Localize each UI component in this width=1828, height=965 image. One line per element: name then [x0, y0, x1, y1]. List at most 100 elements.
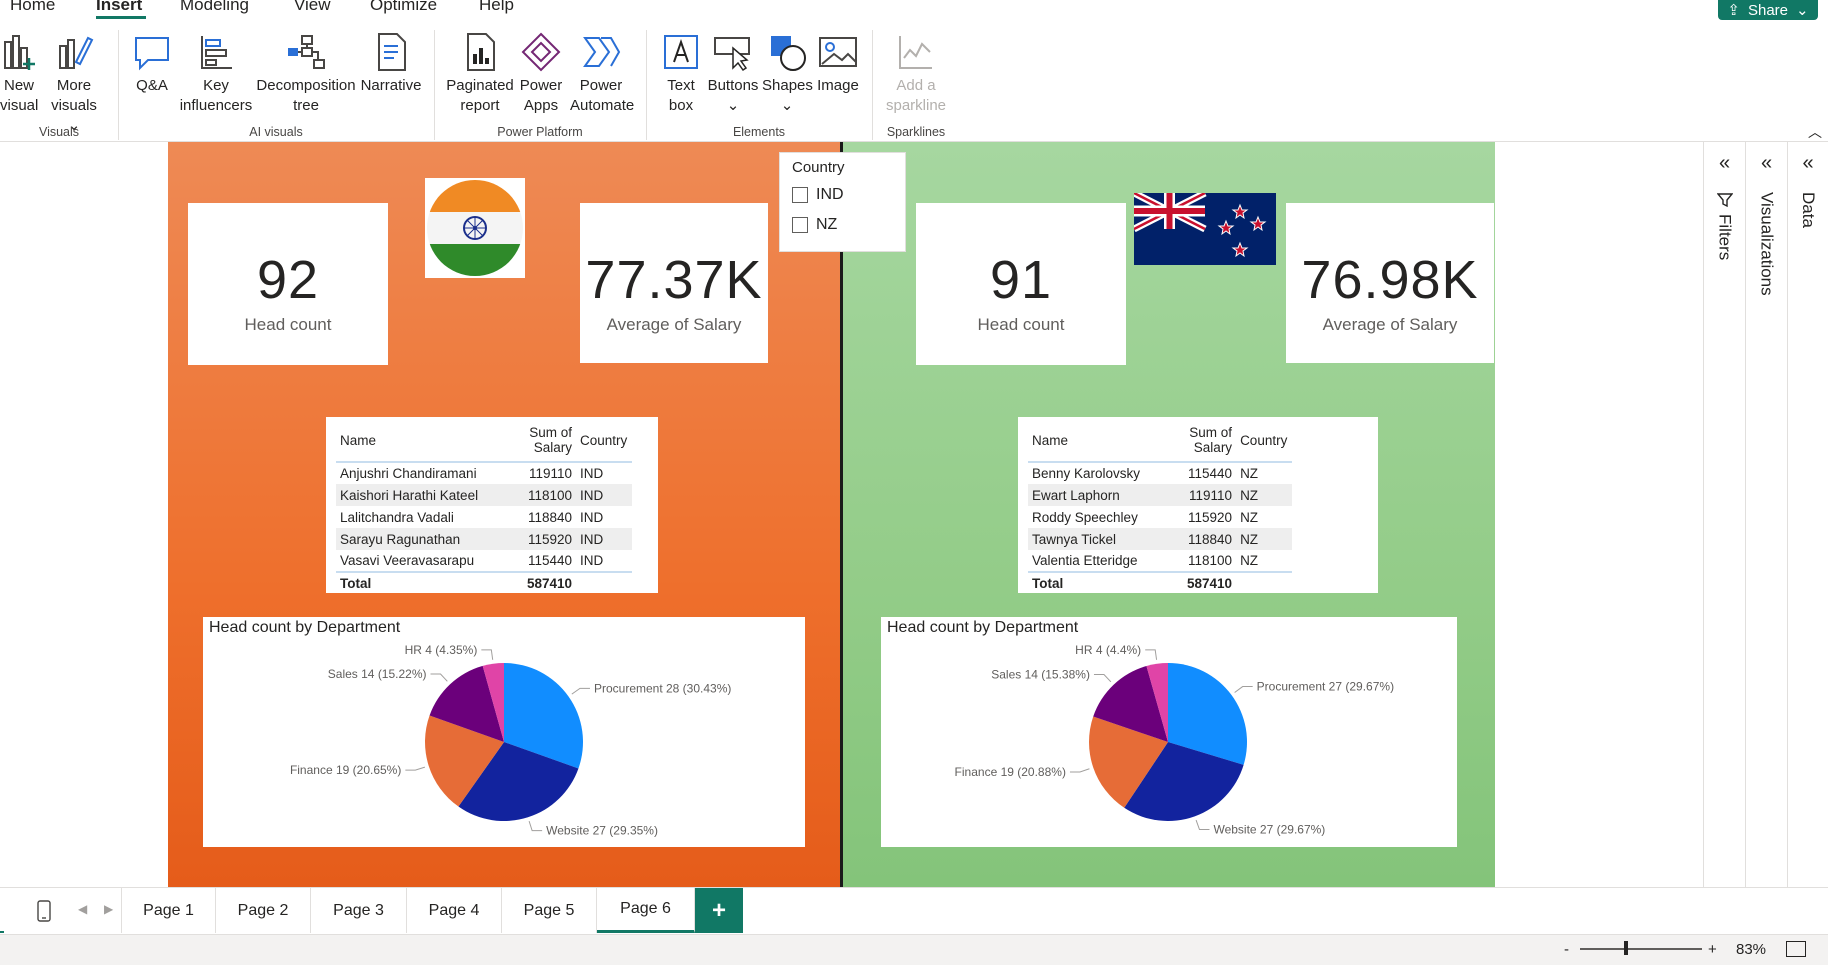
table-row[interactable]: Vasavi Veeravasarapu 115440 IND: [336, 550, 632, 572]
tab-optimize[interactable]: Optimize: [370, 0, 437, 15]
decomposition-tree-button[interactable]: Decomposition tree: [256, 32, 356, 116]
zoom-out-button[interactable]: -: [1564, 941, 1569, 958]
tab-page-3[interactable]: Page 3: [311, 888, 407, 933]
cell-salary: 119110: [528, 466, 572, 481]
tab-page-2[interactable]: Page 2: [216, 888, 311, 933]
nz-headcount-card[interactable]: 91 Head count: [916, 203, 1126, 365]
tab-page-4[interactable]: Page 4: [407, 888, 502, 933]
nz-flag-image[interactable]: [1132, 189, 1276, 265]
image-label: Image: [817, 77, 859, 94]
tab-page-5[interactable]: Page 5: [502, 888, 597, 933]
mobile-layout-button[interactable]: [20, 888, 68, 933]
ind-headcount-value: 92: [256, 250, 320, 310]
shapes-button[interactable]: Shapes ⌄: [762, 32, 813, 116]
nz-salary-card[interactable]: 76.98K Average of Salary: [1286, 203, 1494, 363]
zoom-slider-track[interactable]: [1580, 948, 1702, 950]
share-button[interactable]: ⇪ Share ⌄: [1718, 0, 1818, 20]
buttons-button[interactable]: Buttons ⌄: [706, 32, 760, 116]
table-row[interactable]: Roddy Speechley 115920 NZ: [1028, 506, 1292, 528]
pie-data-label: Finance 19 (20.65%): [290, 763, 401, 777]
tab-home[interactable]: Home: [10, 0, 55, 15]
scroll-left-icon[interactable]: ◀: [78, 902, 87, 916]
ind-chart-title: Head count by Department: [209, 619, 401, 636]
column-header-country[interactable]: Country: [1236, 425, 1293, 463]
table-row[interactable]: Sarayu Ragunathan 115920 IND: [336, 528, 632, 550]
india-flag-icon: [427, 180, 523, 276]
scroll-right-icon[interactable]: ▶: [104, 902, 113, 916]
collapse-ribbon-icon[interactable]: ︿: [1808, 122, 1822, 142]
slicer-option-label: NZ: [816, 216, 838, 233]
ribbon-tabs: Home Insert Modeling View Optimize Help …: [0, 0, 1828, 20]
narrative-button[interactable]: Narrative: [358, 32, 424, 96]
column-header-salary[interactable]: Sum of Salary: [1144, 425, 1237, 463]
nz-headcount-label: Head count: [977, 315, 1065, 334]
new-visual-label: New visual: [0, 77, 39, 114]
table-row[interactable]: Anjushri Chandiramani 119110 IND: [336, 462, 632, 484]
tab-page-6[interactable]: Page 6: [597, 888, 695, 933]
table-row[interactable]: Ewart Laphorn 119110 NZ: [1028, 484, 1293, 506]
cell-name: Sarayu Ragunathan: [336, 528, 486, 550]
table-row[interactable]: Lalitchandra Vadali 118840 IND: [336, 506, 632, 528]
slicer-option-nz[interactable]: NZ: [792, 210, 893, 240]
ind-headcount-card[interactable]: 92 Head count: [188, 203, 388, 365]
country-slicer[interactable]: Country IND NZ: [779, 152, 906, 252]
power-apps-icon: [521, 32, 561, 72]
expand-filters-icon[interactable]: «: [1719, 152, 1730, 175]
tab-view[interactable]: View: [294, 0, 331, 15]
decomposition-tree-label: Decomposition tree: [256, 77, 356, 114]
column-header-name[interactable]: Name: [1028, 425, 1145, 463]
column-header-country[interactable]: Country: [576, 425, 632, 463]
fit-page-icon[interactable]: [1786, 941, 1806, 957]
power-apps-button[interactable]: Power Apps: [516, 32, 566, 116]
new-visual-icon: [4, 35, 35, 70]
tab-page-1[interactable]: Page 1: [121, 888, 216, 933]
zoom-slider-thumb[interactable]: [1624, 941, 1628, 955]
table-row[interactable]: Valentia Etteridge 118100 NZ: [1028, 550, 1292, 572]
zoom-in-button[interactable]: +: [1708, 941, 1717, 958]
pie-label-leader: [1069, 768, 1090, 773]
ind-table: Name Sum of Salary Country Anjushri Chan…: [336, 425, 632, 594]
ind-table-visual[interactable]: Name Sum of Salary Country Anjushri Chan…: [326, 417, 658, 594]
more-visuals-button[interactable]: More visuals ⌄: [44, 32, 104, 136]
text-box-button[interactable]: Text box: [658, 32, 704, 116]
pie-data-label: Procurement 28 (30.43%): [594, 681, 731, 695]
nz-table-visual[interactable]: Name Sum of Salary Country Benny Karolov…: [1018, 417, 1378, 594]
ind-pie-chart-visual[interactable]: Procurement 28 (30.43%) Website 27 (29.35…: [203, 617, 805, 847]
ind-salary-card[interactable]: 77.37K Average of Salary: [580, 203, 768, 363]
page-indicator: [0, 888, 4, 933]
total-label: Total: [336, 571, 486, 594]
table-row[interactable]: Benny Karolovsky 115440 NZ: [1028, 462, 1292, 484]
ribbon-separator: [434, 30, 435, 140]
data-pane[interactable]: « Data: [1787, 142, 1828, 887]
table-row[interactable]: Tawnya Tickel 118840 NZ: [1028, 528, 1293, 550]
zoom-level: 83%: [1736, 941, 1767, 958]
india-flag-image[interactable]: [425, 178, 525, 278]
checkbox[interactable]: [792, 217, 808, 233]
tab-help[interactable]: Help: [479, 0, 514, 15]
table-row[interactable]: Kaishori Harathi Kateel 118100 IND: [336, 484, 632, 506]
nz-flag-icon: [1132, 189, 1276, 265]
expand-visualizations-icon[interactable]: «: [1761, 152, 1772, 175]
visualizations-pane-label: Visualizations: [1757, 192, 1777, 296]
add-page-button[interactable]: +: [695, 888, 743, 933]
new-visual-button[interactable]: New visual: [0, 32, 38, 116]
cell-name: Benny Karolovsky: [1032, 466, 1141, 481]
add-sparkline-button[interactable]: Add a sparkline: [880, 32, 952, 116]
key-influencers-button[interactable]: Key influencers: [178, 32, 254, 116]
power-automate-button[interactable]: Power Automate: [570, 32, 634, 116]
visualizations-pane[interactable]: « Visualizations: [1745, 142, 1787, 887]
add-sparkline-label: Add a sparkline: [885, 77, 947, 114]
nz-pie-chart-visual[interactable]: Procurement 27 (29.67%) Website 27 (29.67…: [881, 617, 1457, 847]
column-header-salary[interactable]: Sum of Salary: [486, 425, 576, 463]
checkbox[interactable]: [792, 187, 808, 203]
qna-button[interactable]: Q&A: [130, 32, 174, 96]
tab-insert[interactable]: Insert: [96, 0, 142, 15]
image-button[interactable]: Image: [814, 32, 862, 96]
paginated-report-button[interactable]: Paginated report: [444, 32, 516, 116]
ind-pie-chart: Procurement 28 (30.43%) Website 27 (29.35…: [290, 643, 731, 838]
filters-pane[interactable]: « Filters: [1703, 142, 1745, 887]
slicer-option-ind[interactable]: IND: [792, 180, 893, 210]
tab-modeling[interactable]: Modeling: [180, 0, 249, 15]
expand-data-icon[interactable]: «: [1802, 152, 1813, 175]
column-header-name[interactable]: Name: [336, 425, 486, 463]
